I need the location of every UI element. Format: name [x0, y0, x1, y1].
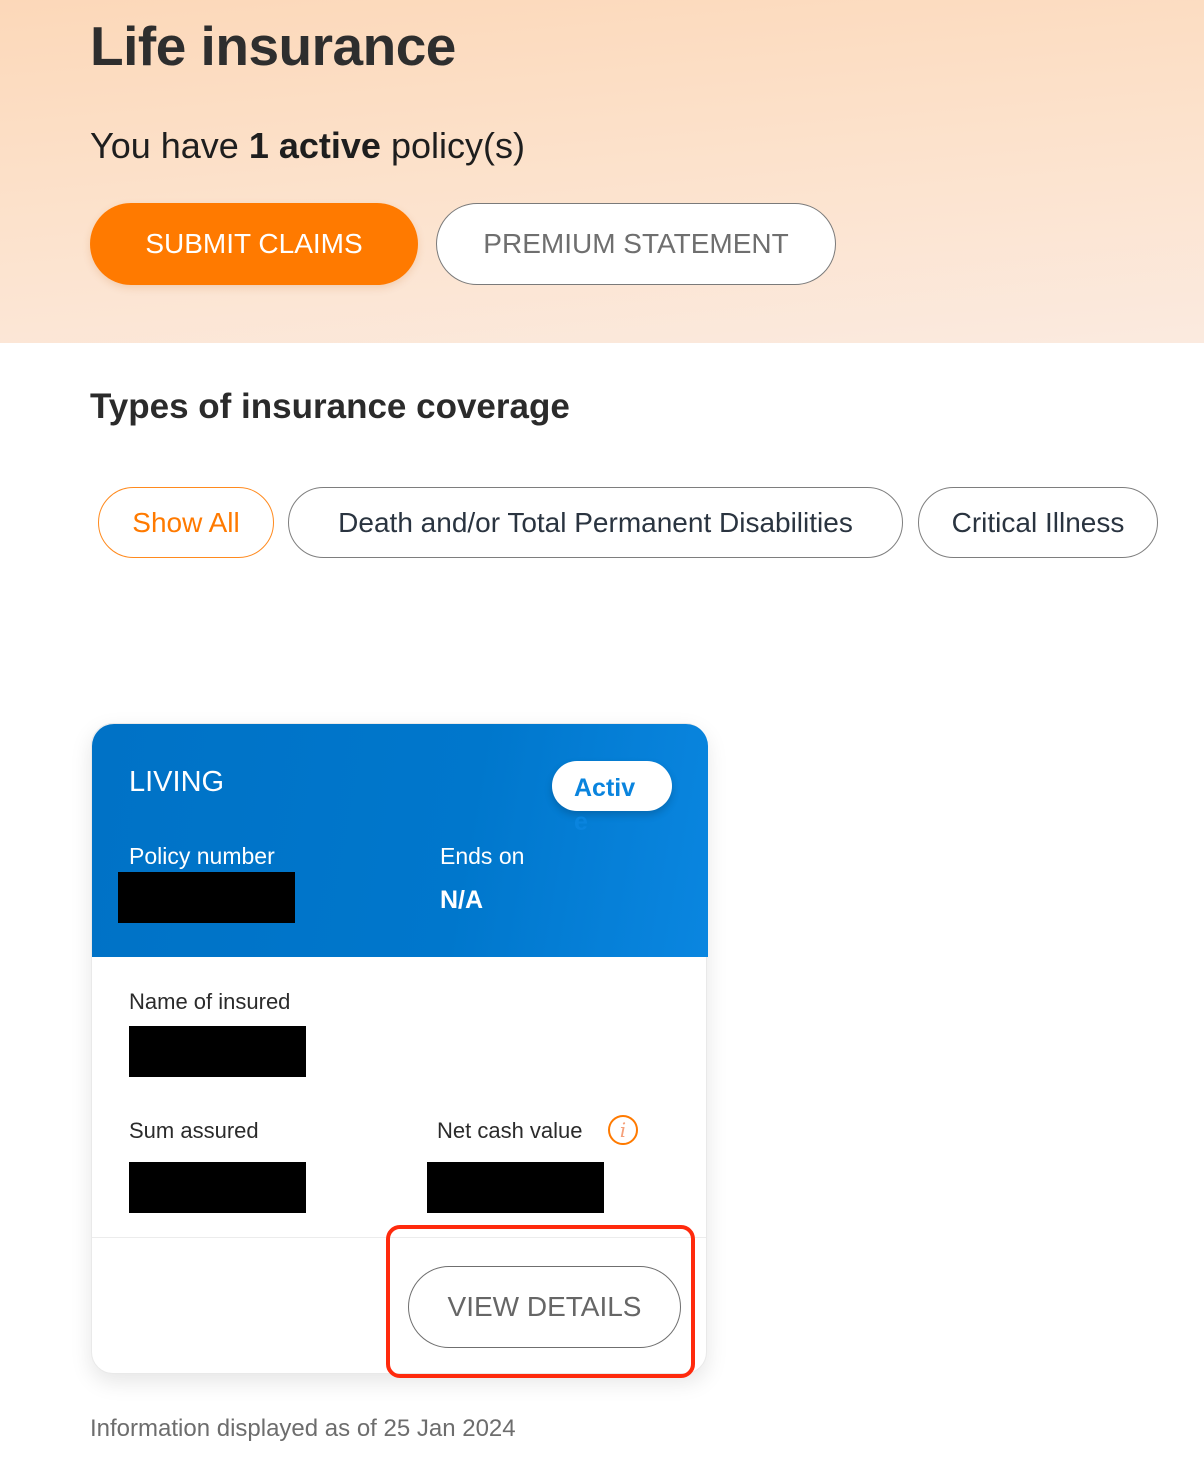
net-cash-value-label: Net cash value — [437, 1118, 583, 1143]
view-details-button[interactable]: VIEW DETAILS — [408, 1266, 681, 1348]
policy-number-label: Policy number — [129, 843, 275, 869]
filter-chip-show-all[interactable]: Show All — [98, 487, 274, 558]
page-title: Life insurance — [90, 15, 456, 77]
active-count: 1 — [248, 125, 269, 166]
status-badge-label: Active — [574, 774, 636, 836]
policy-card-header: LIVING Active Policy number Ends on N/A — [92, 724, 708, 957]
active-policy-summary: You have 1 active policy(s) — [90, 125, 525, 167]
info-icon[interactable]: i — [608, 1115, 638, 1145]
ends-on-value: N/A — [440, 886, 484, 914]
filter-chip-critical-illness[interactable]: Critical Illness — [918, 487, 1158, 558]
policy-card: LIVING Active Policy number Ends on N/A … — [91, 723, 708, 1374]
insured-name-label: Name of insured — [129, 989, 291, 1014]
sum-assured-label: Sum assured — [129, 1118, 259, 1143]
summary-prefix: You have — [90, 125, 249, 166]
active-status: active — [278, 125, 381, 166]
premium-statement-button[interactable]: PREMIUM STATEMENT — [436, 203, 836, 285]
insured-name-redacted — [129, 1026, 306, 1077]
plan-name: LIVING — [129, 766, 225, 798]
sum-assured-redacted — [129, 1162, 306, 1213]
ends-on-label: Ends on — [440, 843, 525, 869]
coverage-section-title: Types of insurance coverage — [90, 387, 570, 426]
policy-number-redacted — [118, 872, 295, 923]
information-as-of-date: Information displayed as of 25 Jan 2024 — [90, 1415, 516, 1442]
filter-chip-death-tpd[interactable]: Death and/or Total Permanent Disabilitie… — [288, 487, 903, 558]
card-divider — [92, 1237, 706, 1238]
summary-suffix: policy(s) — [380, 125, 525, 166]
submit-claims-button[interactable]: SUBMIT CLAIMS — [90, 203, 418, 285]
net-cash-value-redacted — [427, 1162, 604, 1213]
